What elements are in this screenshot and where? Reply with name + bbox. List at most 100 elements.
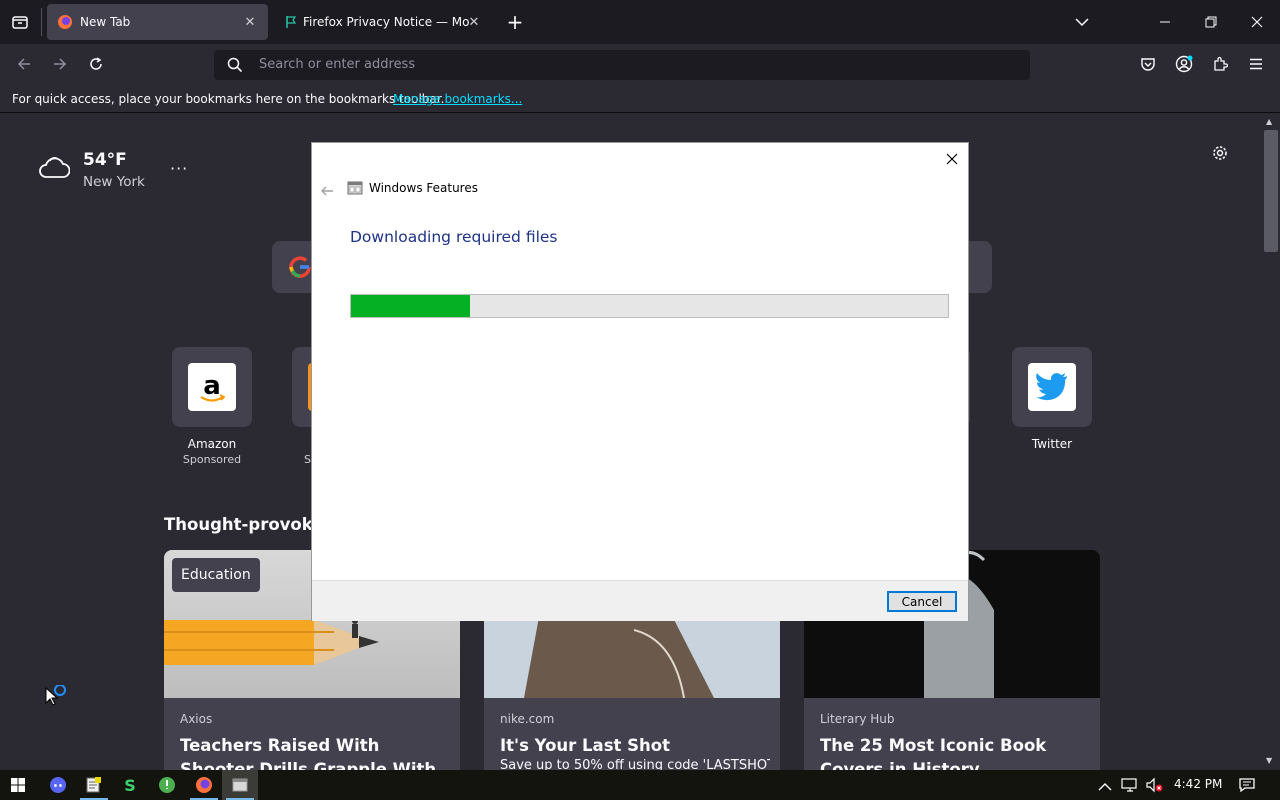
dialog-close-button[interactable] xyxy=(942,149,962,169)
weather-city: New York xyxy=(83,174,145,190)
close-tab-icon[interactable]: ✕ xyxy=(464,12,484,32)
close-window-button[interactable] xyxy=(1234,0,1280,44)
story-excerpt: Save up to 50% off using code 'LASTSHOT xyxy=(500,758,770,770)
dialog-footer: Cancel xyxy=(312,580,968,621)
address-bar[interactable]: Search or enter address xyxy=(214,50,1030,80)
manage-bookmarks-link[interactable]: Manage bookmarks... xyxy=(393,92,522,106)
page-scrollbar[interactable]: ▲ ▼ xyxy=(1262,113,1280,770)
more-options-icon: ··· xyxy=(170,159,189,178)
taskbar: S 4:42 PM xyxy=(0,770,1280,800)
taskbar-app-notepad[interactable] xyxy=(76,770,112,800)
amazon-icon: a xyxy=(188,363,236,411)
network-icon xyxy=(1121,778,1137,792)
taskbar-app-discord[interactable] xyxy=(40,770,76,800)
google-icon xyxy=(289,256,311,278)
firefox-view-button[interactable] xyxy=(8,10,32,34)
new-tab-button[interactable]: + xyxy=(503,10,527,34)
app-menu-button[interactable] xyxy=(1242,50,1270,78)
flag-icon xyxy=(286,16,297,28)
chevron-down-icon xyxy=(1075,18,1089,27)
cancel-button[interactable]: Cancel xyxy=(887,591,957,612)
tab-new-tab[interactable]: New Tab ✕ xyxy=(47,4,268,40)
account-button[interactable] xyxy=(1170,50,1198,78)
taskbar-app-windows-features[interactable] xyxy=(222,770,258,800)
chevron-up-icon xyxy=(1098,783,1112,791)
volume-status[interactable] xyxy=(1145,777,1165,797)
notification-icon xyxy=(1239,778,1255,793)
windows-features-dialog: Windows Features Downloading required fi… xyxy=(311,142,969,621)
personalize-button[interactable] xyxy=(1211,144,1231,164)
bookmarks-hint-text: For quick access, place your bookmarks h… xyxy=(12,92,445,106)
weather-temperature: 54°F xyxy=(83,150,127,170)
tab-privacy-notice[interactable]: Firefox Privacy Notice — Mozill ✕ xyxy=(274,4,488,40)
shortcut-twitter[interactable] xyxy=(1012,347,1092,427)
weather-widget[interactable] xyxy=(38,153,71,185)
scroll-down-icon[interactable]: ▼ xyxy=(1266,756,1272,765)
weather-menu-button[interactable]: ··· xyxy=(170,159,188,178)
search-icon xyxy=(227,57,243,73)
network-status[interactable] xyxy=(1120,777,1140,797)
shortcut-amazon[interactable]: a xyxy=(172,347,252,427)
start-button[interactable] xyxy=(0,770,36,800)
close-icon xyxy=(1251,16,1263,28)
pocket-icon xyxy=(1141,58,1155,71)
svg-text:S: S xyxy=(124,776,136,794)
dialog-title: Windows Features xyxy=(369,181,478,195)
pocket-button[interactable] xyxy=(1134,50,1162,78)
taskbar-app-firefox[interactable] xyxy=(186,770,222,800)
scroll-thumb[interactable] xyxy=(1264,130,1278,252)
restore-icon xyxy=(1205,16,1217,28)
shortcut-title: Twitter xyxy=(1031,437,1073,451)
close-tab-icon[interactable]: ✕ xyxy=(240,12,260,32)
puzzle-icon xyxy=(1214,56,1228,71)
green-app-icon xyxy=(159,777,175,793)
firefox-view-icon xyxy=(12,16,28,29)
reload-icon xyxy=(90,57,102,70)
discord-icon xyxy=(50,777,66,793)
back-button[interactable] xyxy=(10,50,38,78)
story-source: nike.com xyxy=(500,712,555,726)
story-title: The 25 Most Iconic Book Covers in Histor… xyxy=(820,736,1047,770)
action-center-button[interactable] xyxy=(1238,777,1256,797)
story-title: Teachers Raised With Shooter Drills Grap… xyxy=(180,736,437,770)
clock[interactable]: 4:42 PM xyxy=(1174,777,1222,791)
category-badge: Education xyxy=(172,558,260,592)
story-title: It's Your Last Shot xyxy=(500,736,670,755)
windows-logo-icon xyxy=(11,778,25,792)
minimize-button[interactable] xyxy=(1142,0,1188,44)
arrow-left-icon xyxy=(321,186,333,196)
arrow-right-icon xyxy=(54,58,67,70)
hamburger-menu-icon xyxy=(1250,58,1262,70)
story-source: Axios xyxy=(180,712,213,726)
shortcut-title: Amazon xyxy=(187,437,237,451)
tab-label: Firefox Privacy Notice — Mozill xyxy=(303,15,469,29)
tab-label: New Tab xyxy=(80,15,131,29)
dialog-back-button[interactable] xyxy=(320,181,334,200)
svg-text:a: a xyxy=(203,371,221,401)
windows-features-icon xyxy=(347,180,363,200)
shortcut-sponsored-label: Sponsored xyxy=(182,453,242,466)
reload-button[interactable] xyxy=(82,50,110,78)
download-progress-bar xyxy=(350,294,949,318)
close-icon xyxy=(946,153,958,165)
forward-button[interactable] xyxy=(46,50,74,78)
cloud-icon xyxy=(39,157,71,178)
dialog-heading: Downloading required files xyxy=(350,228,558,246)
s-app-icon: S xyxy=(124,776,136,794)
show-hidden-icons-button[interactable] xyxy=(1098,778,1112,797)
busy-cursor xyxy=(45,684,71,715)
minimize-icon xyxy=(1160,21,1170,23)
bookmarks-toolbar: For quick access, place your bookmarks h… xyxy=(0,86,1280,113)
taskbar-app-s[interactable]: S xyxy=(112,770,148,800)
taskbar-app-green[interactable] xyxy=(149,770,185,800)
address-placeholder: Search or enter address xyxy=(259,57,416,72)
list-all-tabs-button[interactable] xyxy=(1070,10,1094,34)
arrow-left-icon xyxy=(17,58,30,70)
firefox-icon xyxy=(196,777,212,793)
scroll-up-icon[interactable]: ▲ xyxy=(1266,117,1272,126)
progress-fill xyxy=(351,295,471,317)
restore-button[interactable] xyxy=(1188,0,1234,44)
twitter-icon xyxy=(1028,363,1076,411)
windows-features-icon xyxy=(232,778,248,792)
extensions-button[interactable] xyxy=(1206,50,1234,78)
